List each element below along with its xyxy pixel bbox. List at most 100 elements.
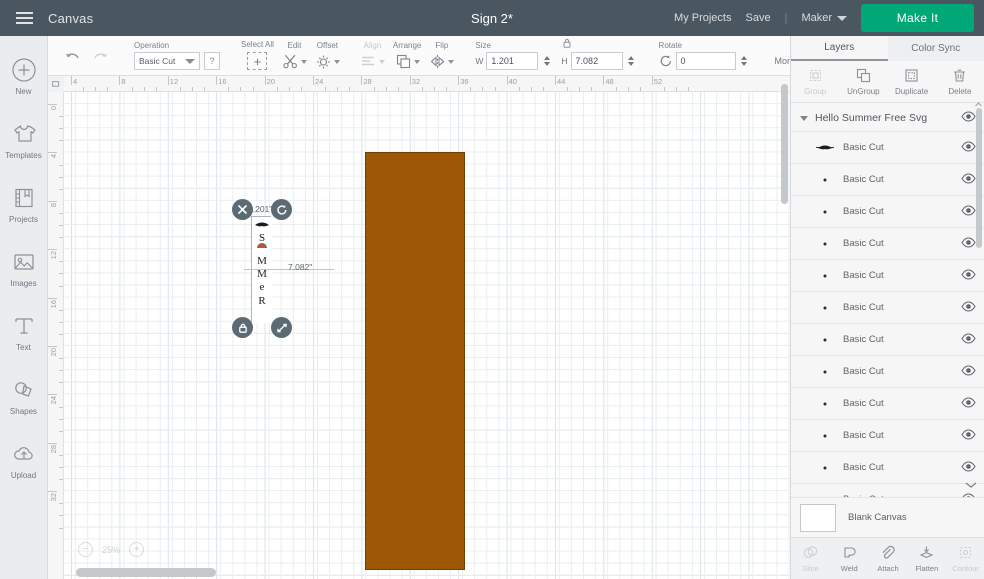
flip-icon [431,55,445,68]
table-row[interactable]: Basic Cut [791,132,984,164]
visibility-toggle-icon[interactable] [961,109,976,127]
select-all-button[interactable]: Select All + [237,40,278,75]
vertical-scrollbar[interactable] [781,84,788,204]
width-stepper[interactable] [541,52,552,70]
ungroup-button[interactable]: UnGroup [839,61,887,102]
zoom-control: − 25% + [78,542,145,557]
layer-name: Basic Cut [843,206,884,217]
design-canvas[interactable]: S M M e R 1.201" 7.082" 4 8 12 16 20 24 … [48,76,790,579]
operation-help-button[interactable]: ? [204,52,220,70]
zoom-out-button[interactable]: − [78,542,93,557]
rotate-handle-button[interactable] [271,199,292,220]
visibility-toggle-icon[interactable] [961,331,976,349]
delete-button[interactable]: Delete [936,61,984,102]
sidebar-item-text[interactable]: Text [0,300,48,364]
visibility-toggle-icon[interactable] [961,267,976,285]
arrange-button[interactable]: Arrange [389,41,425,75]
undo-icon[interactable] [64,52,81,66]
tab-color-sync[interactable]: Color Sync [888,36,984,61]
visibility-toggle-icon[interactable] [961,363,976,381]
sidebar-item-images[interactable]: Images [0,236,48,300]
resize-handle-button[interactable] [271,317,292,338]
table-row[interactable]: Basic Cut [791,260,984,292]
sidebar-item-templates[interactable]: Templates [0,108,48,172]
make-it-button[interactable]: Make It [861,4,974,32]
sign-board-shape[interactable] [365,152,465,570]
rotate-stepper[interactable] [739,52,750,70]
sidebar-item-projects[interactable]: Projects [0,172,48,236]
ruler-tick [264,76,266,85]
chevron-down-icon[interactable] [800,115,808,121]
horizontal-scrollbar[interactable] [76,568,216,577]
layer-panel-collapse[interactable] [799,481,977,495]
ruler-minor-tick [300,87,302,91]
width-input[interactable]: 1.201 [486,52,539,70]
height-input[interactable]: 7.082 [570,52,623,70]
weld-button[interactable]: Weld [830,538,869,579]
contour-button[interactable]: Contour [946,538,984,579]
ruler-minor-tick [59,515,63,517]
visibility-toggle-icon[interactable] [961,299,976,317]
delete-handle-button[interactable] [232,199,253,220]
visibility-toggle-icon[interactable] [961,427,976,445]
hamburger-menu-icon[interactable] [0,0,48,36]
table-row[interactable]: Basic Cut [791,388,984,420]
scroll-up-arrow-icon[interactable] [974,100,983,109]
layer-list[interactable]: Hello Summer Free Svg Basic Cut Basic Cut… [791,105,984,537]
redo-icon[interactable] [92,52,109,66]
table-row[interactable]: Basic Cut [791,292,984,324]
sidebar-item-new[interactable]: New [0,44,48,108]
canvas-label[interactable]: Canvas [48,11,93,26]
machine-selector[interactable]: Maker [801,12,847,24]
flip-button[interactable]: Flip [425,41,458,75]
save-button[interactable]: Save [746,12,771,24]
visibility-toggle-icon[interactable] [961,235,976,253]
ruler-label: 20 [266,77,275,86]
lock-aspect-icon[interactable] [561,37,573,49]
sidebar-item-upload[interactable]: Upload [0,428,48,492]
ruler-origin-corner[interactable] [48,76,64,92]
canvas-color-swatch[interactable] [800,503,836,532]
my-projects-link[interactable]: My Projects [674,12,731,24]
ruler-label: 8 [121,77,126,86]
table-row[interactable]: Basic Cut [791,356,984,388]
ruler-minor-tick [228,87,230,91]
lock-handle-button[interactable] [232,317,253,338]
ruler-minor-tick [131,87,133,91]
visibility-toggle-icon[interactable] [961,171,976,189]
table-row[interactable]: Basic Cut [791,324,984,356]
tab-layers[interactable]: Layers [791,36,888,61]
rotate-input[interactable]: 0 [675,52,736,70]
attach-button[interactable]: Attach [869,538,908,579]
scissors-icon [283,54,297,69]
table-row[interactable]: Basic Cut [791,420,984,452]
ruler-minor-tick [59,273,63,275]
height-stepper[interactable] [626,52,637,70]
sidebar-item-shapes[interactable]: Shapes [0,364,48,428]
table-row[interactable]: Basic Cut [791,196,984,228]
layer-name: Basic Cut [843,270,884,281]
offset-button[interactable]: Offset [311,41,344,75]
ruler-minor-tick [59,503,63,505]
visibility-toggle-icon[interactable] [961,459,976,477]
table-row[interactable]: Basic Cut [791,164,984,196]
zoom-in-button[interactable]: + [129,542,145,557]
edit-button[interactable]: Edit [278,41,311,75]
visibility-toggle-icon[interactable] [961,139,976,157]
visibility-toggle-icon[interactable] [961,395,976,413]
layer-name: Basic Cut [843,398,884,409]
visibility-toggle-icon[interactable] [961,203,976,221]
blank-canvas-layer[interactable]: Blank Canvas [791,497,984,537]
upload-cloud-icon [13,446,33,460]
slice-button[interactable]: Slice [791,538,830,579]
duplicate-button[interactable]: Duplicate [888,61,936,102]
operation-select[interactable]: Basic Cut [134,52,200,70]
table-row[interactable]: Basic Cut [791,452,984,484]
layer-list-scrollbar[interactable] [976,108,982,248]
flatten-button[interactable]: Flatten [907,538,946,579]
table-row[interactable]: Basic Cut [791,228,984,260]
svg-text:M: M [257,255,267,267]
slice-icon [803,546,818,558]
layer-group-row[interactable]: Hello Summer Free Svg [791,105,984,132]
group-button[interactable]: Group [791,61,839,102]
